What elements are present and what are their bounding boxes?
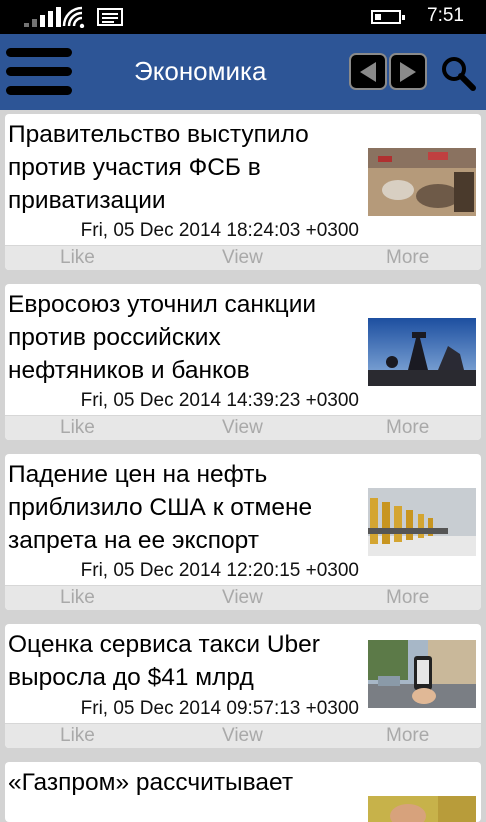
- article-date: Fri, 05 Dec 2014 09:57:13 +0300: [80, 698, 359, 719]
- like-button[interactable]: Like: [60, 586, 95, 610]
- battery-icon: [371, 10, 405, 24]
- like-button[interactable]: Like: [60, 724, 95, 748]
- article-thumbnail: [368, 640, 476, 708]
- news-card[interactable]: Оценка сервиса такси Uber выросла до $41…: [5, 624, 481, 748]
- wifi-icon: [62, 6, 85, 28]
- view-button[interactable]: View: [222, 416, 263, 440]
- like-button[interactable]: Like: [60, 246, 95, 270]
- page-title: Экономика: [134, 56, 267, 86]
- article-date: Fri, 05 Dec 2014 14:39:23 +0300: [80, 390, 359, 411]
- article-actions: Like View More: [5, 585, 481, 610]
- view-button[interactable]: View: [222, 246, 263, 270]
- app-header: Экономика: [0, 34, 486, 110]
- news-card[interactable]: Правительство выступило против участия Ф…: [5, 114, 481, 270]
- article-actions: Like View More: [5, 245, 481, 270]
- article-thumbnail: [368, 796, 476, 822]
- message-icon: [97, 8, 123, 26]
- article-date: Fri, 05 Dec 2014 18:24:03 +0300: [80, 220, 359, 241]
- article-actions: Like View More: [5, 723, 481, 748]
- search-icon[interactable]: [439, 54, 477, 92]
- arrow-right-icon: [400, 62, 416, 82]
- next-button[interactable]: [389, 53, 427, 90]
- news-card[interactable]: Падение цен на нефть приблизило США к от…: [5, 454, 481, 610]
- article-date: Fri, 05 Dec 2014 12:20:15 +0300: [80, 560, 359, 581]
- article-headline[interactable]: «Газпром» рассчитывает: [8, 766, 363, 799]
- prev-button[interactable]: [349, 53, 387, 90]
- more-button[interactable]: More: [386, 586, 429, 610]
- status-bar: 7:51: [0, 0, 486, 34]
- news-card[interactable]: «Газпром» рассчитывает: [5, 762, 481, 822]
- more-button[interactable]: More: [386, 246, 429, 270]
- news-card[interactable]: Евросоюз уточнил санкции против российск…: [5, 284, 481, 440]
- article-actions: Like View More: [5, 415, 481, 440]
- arrow-left-icon: [360, 62, 376, 82]
- article-thumbnail: [368, 488, 476, 556]
- more-button[interactable]: More: [386, 724, 429, 748]
- article-thumbnail: [368, 318, 476, 386]
- article-thumbnail: [368, 148, 476, 216]
- view-button[interactable]: View: [222, 586, 263, 610]
- article-headline[interactable]: Оценка сервиса такси Uber выросла до $41…: [8, 628, 363, 694]
- clock: 7:51: [427, 5, 464, 26]
- view-button[interactable]: View: [222, 724, 263, 748]
- hamburger-menu-icon[interactable]: [6, 48, 72, 96]
- article-headline[interactable]: Падение цен на нефть приблизило США к от…: [8, 458, 363, 557]
- article-headline[interactable]: Правительство выступило против участия Ф…: [8, 118, 363, 217]
- article-headline[interactable]: Евросоюз уточнил санкции против российск…: [8, 288, 363, 387]
- like-button[interactable]: Like: [60, 416, 95, 440]
- signal-strength-icon: [24, 7, 61, 27]
- more-button[interactable]: More: [386, 416, 429, 440]
